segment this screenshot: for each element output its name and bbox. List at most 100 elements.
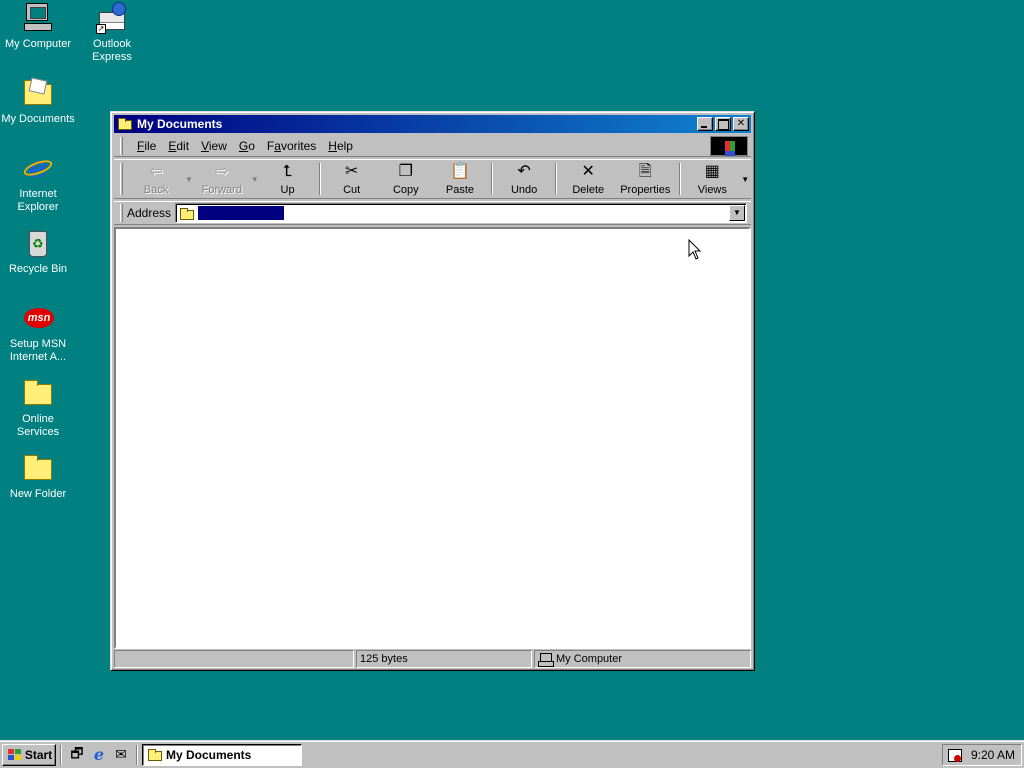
outlook-express-icon[interactable]: ✉ <box>110 744 132 766</box>
outlook-express-icon: ↗ <box>96 2 128 34</box>
scheduler-icon[interactable] <box>947 747 963 763</box>
windows-logo-icon <box>6 748 22 762</box>
menu-bar: File Edit View Go Favorites Help <box>114 135 751 157</box>
menu-file[interactable]: File <box>131 139 162 153</box>
toolbar-separator <box>318 163 321 195</box>
title-bar[interactable]: My Documents ✕ <box>114 115 751 133</box>
desktop-icon-label: My Documents <box>1 113 75 125</box>
desktop-icon-label: Internet Explorer <box>17 188 59 213</box>
folder-contents-pane[interactable] <box>114 227 751 649</box>
close-button[interactable]: ✕ <box>733 117 749 131</box>
my-documents-icon <box>117 117 133 131</box>
desktop-icon-new-folder[interactable]: New Folder <box>0 452 76 501</box>
desktop-icon-label: Online Services <box>16 413 60 438</box>
desktop-icon-label: Setup MSN Internet A... <box>9 338 67 363</box>
delete-x-icon: ✕ <box>581 163 595 180</box>
taskbar-button-my-documents[interactable]: My Documents <box>142 743 302 766</box>
address-selected-text[interactable] <box>198 206 285 220</box>
status-panel-zone: My Computer <box>534 650 751 668</box>
desktop-icon-online-services[interactable]: Online Services <box>0 377 76 439</box>
copy-icon: ❐ <box>398 163 413 180</box>
show-desktop-icon[interactable]: 🗗 <box>66 744 88 766</box>
start-button[interactable]: Start <box>2 743 56 766</box>
menu-view[interactable]: View <box>195 139 233 153</box>
properties-label: Properties <box>620 184 671 196</box>
taskbar: Start 🗗 e ✉ My Documents 9:20 AM <box>0 740 1024 768</box>
address-grip[interactable] <box>120 204 123 222</box>
delete-label: Delete <box>572 184 605 196</box>
address-input[interactable]: ▼ <box>175 203 747 223</box>
back-label: Back <box>143 184 169 196</box>
desktop-icon-label: New Folder <box>9 488 67 500</box>
undo-arrow-icon: ↶ <box>517 163 531 180</box>
address-bar: Address ▼ <box>114 201 751 225</box>
paste-button[interactable]: 📋 Paste <box>433 160 487 198</box>
delete-button[interactable]: ✕ Delete <box>561 160 615 198</box>
system-tray: 9:20 AM <box>942 744 1022 766</box>
desktop-icon-setup-msn[interactable]: msn Setup MSN Internet A... <box>0 302 76 364</box>
folder-icon <box>22 452 54 484</box>
forward-label: Forward <box>201 184 242 196</box>
toolbar-separator <box>679 163 682 195</box>
cut-button[interactable]: ✂ Cut <box>325 160 379 198</box>
desktop-icon-label: Outlook Express <box>92 38 132 63</box>
views-dropdown-icon[interactable]: ▼ <box>739 160 751 198</box>
status-panel-size: 125 bytes <box>356 650 532 668</box>
start-label: Start <box>24 747 53 762</box>
desktop-icon-my-computer[interactable]: My Computer <box>0 2 76 51</box>
paste-label: Paste <box>445 184 475 196</box>
desktop-icon-recycle-bin[interactable]: Recycle Bin <box>0 227 76 276</box>
menu-edit[interactable]: Edit <box>162 139 195 153</box>
back-dropdown-icon[interactable]: ▼ <box>183 160 195 198</box>
back-button[interactable]: ⇦ Back <box>129 160 183 198</box>
forward-arrow-icon: ⇨ <box>215 163 229 180</box>
clipboard-icon: 📋 <box>450 163 470 180</box>
back-arrow-icon: ⇦ <box>149 163 163 180</box>
address-dropdown-button[interactable]: ▼ <box>729 205 745 221</box>
views-button[interactable]: ▦ Views <box>685 160 739 198</box>
toolbar-separator <box>491 163 494 195</box>
desktop-icon-my-documents[interactable]: My Documents <box>0 77 76 126</box>
menu-help[interactable]: Help <box>322 139 359 153</box>
menu-go[interactable]: Go <box>233 139 261 153</box>
forward-dropdown-icon[interactable]: ▼ <box>249 160 261 198</box>
minimize-button[interactable] <box>697 117 713 131</box>
windows-logo-icon <box>710 136 748 156</box>
menu-grip[interactable] <box>120 136 123 155</box>
desktop-icon-internet-explorer[interactable]: e Internet Explorer <box>0 152 76 214</box>
recycle-bin-icon <box>22 227 54 259</box>
window-controls: ✕ <box>695 117 749 131</box>
undo-button[interactable]: ↶ Undo <box>497 160 551 198</box>
my-documents-icon <box>147 748 163 762</box>
status-zone-label: My Computer <box>556 653 623 665</box>
msn-icon: msn <box>22 302 54 334</box>
up-button[interactable]: ⮤ Up <box>260 160 314 198</box>
desktop-icon-label: My Computer <box>4 38 72 50</box>
taskbar-button-label: My Documents <box>166 747 252 762</box>
desktop-icon-outlook-express[interactable]: ↗ Outlook Express <box>74 2 150 64</box>
internet-explorer-icon[interactable]: e <box>88 744 110 766</box>
standard-toolbar: ⇦ Back ▼ ⇨ Forward ▼ ⮤ Up ✂ Cut ❐ Copy 📋… <box>114 159 751 199</box>
scissors-icon: ✂ <box>344 163 359 180</box>
status-bar: 125 bytes My Computer <box>114 650 751 668</box>
menu-favorites[interactable]: Favorites <box>261 139 322 153</box>
views-grid-icon: ▦ <box>704 163 720 180</box>
maximize-button[interactable] <box>715 117 731 131</box>
copy-label: Copy <box>392 184 419 196</box>
my-computer-icon <box>22 2 54 34</box>
clock[interactable]: 9:20 AM <box>971 748 1015 762</box>
mouse-pointer-icon <box>688 239 702 260</box>
my-documents-icon <box>22 77 54 109</box>
desktop-icon-label: Recycle Bin <box>8 263 68 275</box>
toolbar-separator <box>555 163 558 195</box>
my-computer-icon <box>538 653 554 667</box>
properties-button[interactable]: 🗎 Properties <box>615 160 675 198</box>
up-folder-icon: ⮤ <box>282 163 293 180</box>
toolbar-grip[interactable] <box>120 163 123 195</box>
forward-button[interactable]: ⇨ Forward <box>195 160 249 198</box>
taskbar-separator <box>60 744 62 765</box>
copy-button[interactable]: ❐ Copy <box>379 160 433 198</box>
views-label: Views <box>697 184 727 196</box>
folder-icon <box>22 377 54 409</box>
my-documents-icon <box>179 207 195 220</box>
